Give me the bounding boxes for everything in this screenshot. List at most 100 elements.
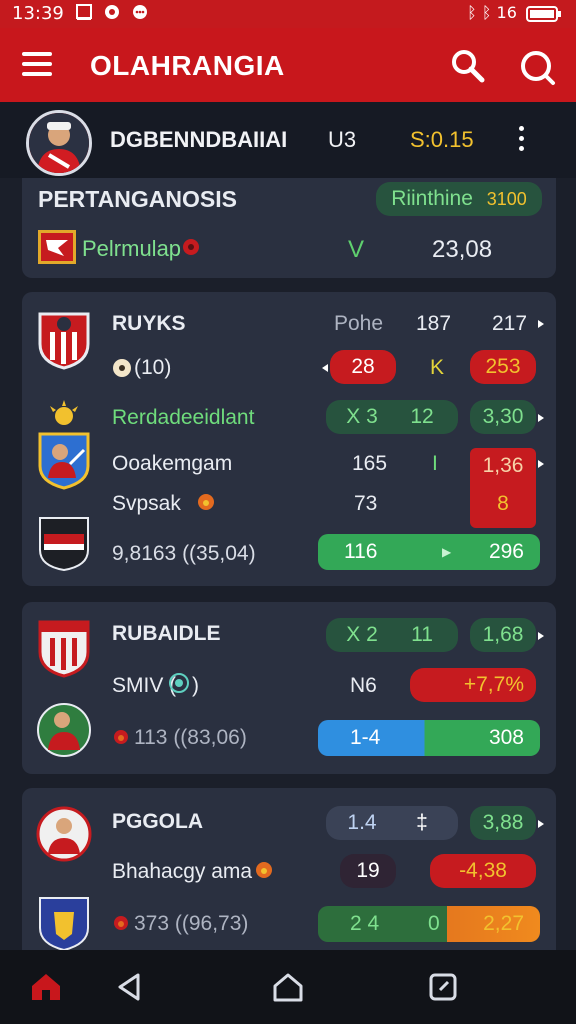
progress-bar[interactable]: 116 ▶ 296 bbox=[318, 534, 540, 570]
match-stats: 9,8163 ((35,04) bbox=[112, 542, 256, 565]
odds-button[interactable]: 1,68 bbox=[470, 618, 536, 652]
odds-value: ‡ bbox=[416, 811, 428, 834]
progress-right-value: 2,27 bbox=[483, 912, 524, 935]
notification-icon bbox=[76, 4, 92, 20]
summary-badge-value: 3100 bbox=[486, 189, 527, 209]
odds-group[interactable]: X 2 11 bbox=[326, 618, 458, 652]
app-bar: OLAHRANGIA bbox=[0, 28, 576, 102]
odds-value: 73 bbox=[354, 492, 378, 515]
odds-value: X 3 bbox=[346, 405, 378, 428]
battery-icon bbox=[526, 5, 561, 22]
team-crest-icon bbox=[39, 517, 89, 572]
team-record: (10) bbox=[134, 356, 172, 379]
back-icon[interactable] bbox=[116, 972, 142, 1002]
home-icon[interactable] bbox=[30, 972, 62, 1002]
fire-icon bbox=[114, 916, 128, 930]
team-name: Ooakemgam bbox=[112, 452, 233, 475]
chat-notification-icon bbox=[133, 5, 147, 19]
recent-apps-icon[interactable] bbox=[428, 972, 458, 1002]
player-avatar-icon bbox=[29, 113, 89, 173]
summary-mark: V bbox=[348, 236, 365, 263]
odds-button[interactable]: +7,7% bbox=[410, 668, 536, 702]
app-notification-icon bbox=[105, 5, 119, 19]
odds-marker: K bbox=[430, 356, 445, 379]
fire-icon bbox=[114, 730, 128, 744]
status-icons: ᛒ ᛒ 16 bbox=[467, 3, 562, 23]
summary-value: 23,08 bbox=[432, 236, 493, 263]
match-stats: 373 ((96,73) bbox=[134, 912, 249, 935]
player-badge-icon bbox=[36, 806, 92, 862]
flag-icon bbox=[38, 230, 76, 264]
more-options-icon[interactable] bbox=[514, 126, 528, 156]
profile-number: U3 bbox=[328, 127, 357, 152]
info-icon bbox=[169, 673, 189, 693]
league-name: Rerdadeeidlant bbox=[112, 406, 255, 429]
fire-icon bbox=[256, 862, 272, 878]
progress-left-value: 2 4 bbox=[350, 912, 380, 935]
progress-bar[interactable]: 2 4 0 2,27 bbox=[318, 906, 540, 942]
team-name: PGGOLA bbox=[112, 810, 204, 833]
odds-button[interactable]: 253 bbox=[470, 350, 536, 384]
chevron-right-icon[interactable] bbox=[538, 820, 544, 828]
team-name: RUBAIDLE bbox=[112, 622, 221, 645]
match-card-2[interactable]: RUBAIDLE X 2 11 1,68 SMIV ( ) N6 +7,7% 11… bbox=[22, 602, 556, 774]
team-crest-icon bbox=[38, 312, 90, 370]
chevron-right-icon[interactable] bbox=[538, 320, 544, 328]
sun-icon bbox=[50, 400, 78, 425]
team-record: SMIV ( bbox=[112, 674, 177, 697]
odds-group[interactable]: X 3 12 bbox=[326, 400, 458, 434]
progress-mid-value: 0 bbox=[428, 912, 440, 935]
odds-header: 217 bbox=[492, 312, 528, 335]
odds-button[interactable]: 19 bbox=[340, 854, 396, 888]
avatar[interactable] bbox=[26, 110, 92, 176]
team-crest-icon bbox=[38, 620, 90, 678]
summary-badge-label: Riinthine bbox=[391, 187, 473, 210]
odds-group[interactable]: 1.4 ‡ bbox=[326, 806, 458, 840]
status-bar: 13:39 ᛒ ᛒ 16 bbox=[0, 0, 576, 28]
match-stats: 113 ((83,06) bbox=[134, 726, 247, 749]
odds-button[interactable]: 28 bbox=[330, 350, 396, 384]
play-icon: ▶ bbox=[442, 545, 452, 559]
status-right-text: ᛒ ᛒ 16 bbox=[467, 3, 517, 22]
summary-card: PERTANGANOSIS Riinthine 3100 Pelrmulap V… bbox=[22, 178, 556, 278]
odds-button[interactable]: -4,38 bbox=[430, 854, 536, 888]
odds-button[interactable]: 3,30 bbox=[470, 400, 536, 434]
menu-icon[interactable] bbox=[22, 52, 52, 78]
team-name: Bhahacgy ama bbox=[112, 860, 253, 883]
odds-value: 165 bbox=[352, 452, 388, 475]
odds-button[interactable]: 1,36 8 bbox=[470, 448, 536, 528]
match-card-1[interactable]: RUYKS Pohe 187 217 (10) 28 K 253 Rerdade… bbox=[22, 292, 556, 586]
progress-right-value: 296 bbox=[488, 540, 524, 563]
odds-value: 8 bbox=[497, 492, 509, 515]
team-name: RUYKS bbox=[112, 312, 186, 335]
odds-button[interactable]: 3,88 bbox=[470, 806, 536, 840]
refresh-icon[interactable] bbox=[518, 48, 556, 86]
odds-header: 187 bbox=[416, 312, 452, 335]
match-card-3[interactable]: PGGOLA 1.4 ‡ 3,88 Bhahacgy ama 19 -4,38 3… bbox=[22, 788, 556, 952]
ball-icon bbox=[183, 239, 199, 255]
fire-icon bbox=[198, 494, 214, 510]
summary-badge[interactable]: Riinthine 3100 bbox=[376, 182, 542, 216]
odds-value: X 2 bbox=[346, 623, 378, 646]
team-name: Svpsak bbox=[112, 492, 181, 515]
progress-bar[interactable]: 1-4 308 bbox=[318, 720, 540, 756]
odds-marker: I bbox=[432, 452, 438, 475]
odds-value: 11 bbox=[411, 623, 433, 646]
odds-value: 12 bbox=[410, 405, 434, 428]
team-crest-icon bbox=[39, 897, 89, 952]
chevron-right-icon[interactable] bbox=[538, 414, 544, 422]
profile-score: S:0.15 bbox=[410, 127, 474, 152]
chevron-right-icon[interactable] bbox=[538, 632, 544, 640]
odds-value: 1.4 bbox=[347, 811, 377, 834]
chevron-right-icon[interactable] bbox=[538, 460, 544, 468]
player-badge-icon bbox=[37, 703, 91, 757]
profile-name: DGBENNDBAIIAI bbox=[110, 127, 288, 152]
chevron-left-icon[interactable] bbox=[322, 364, 328, 372]
search-icon[interactable] bbox=[450, 48, 486, 84]
status-time: 13:39 bbox=[12, 3, 64, 24]
summary-title: PERTANGANOSIS bbox=[38, 186, 237, 212]
house-outline-icon[interactable] bbox=[272, 972, 304, 1002]
odds-header: Pohe bbox=[334, 312, 384, 335]
app-title: OLAHRANGIA bbox=[90, 50, 285, 81]
odds-value: N6 bbox=[350, 674, 377, 697]
